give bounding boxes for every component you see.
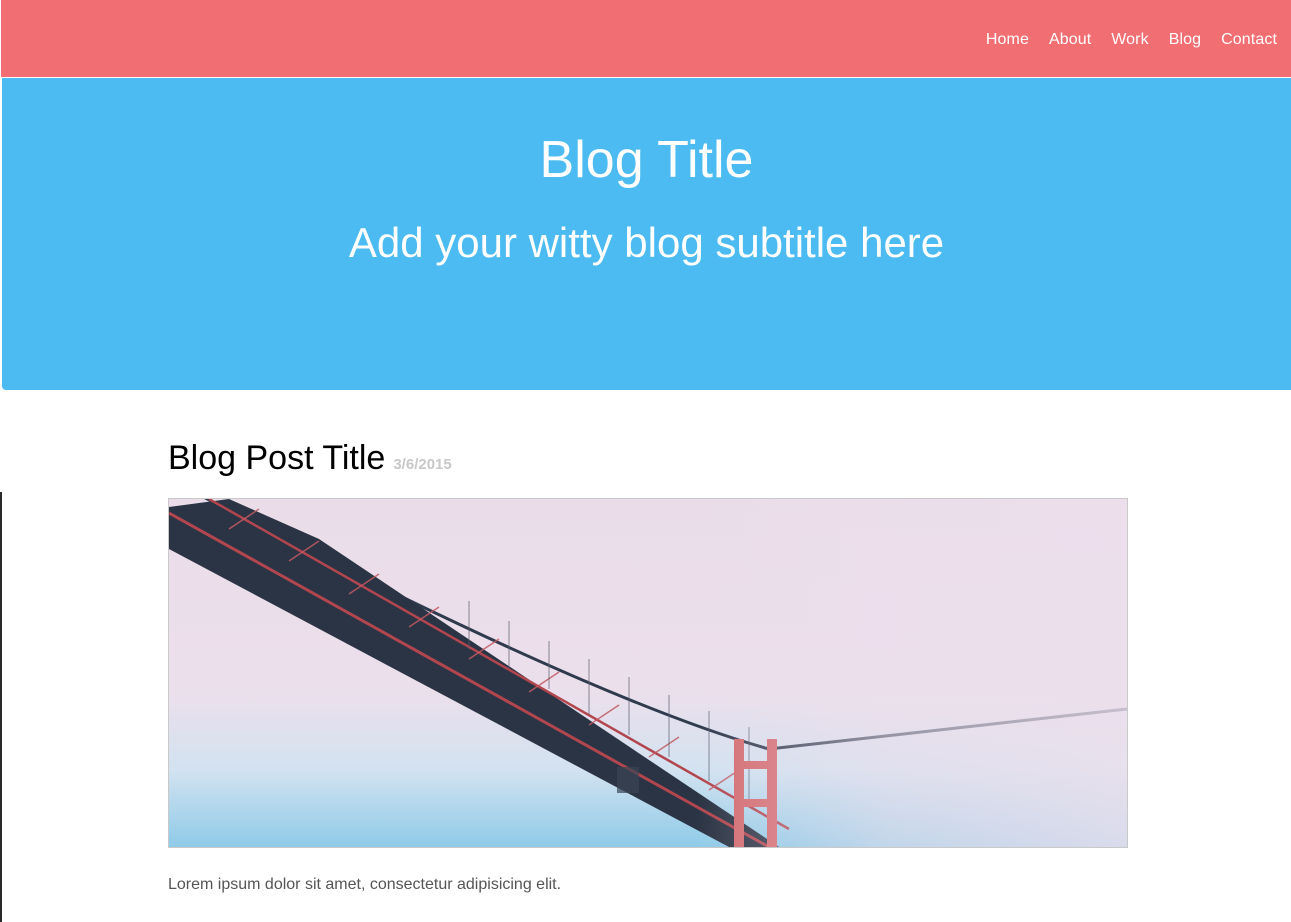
post-title[interactable]: Blog Post Title [168,432,385,484]
bridge-illustration [169,499,1127,847]
nav-links: Home About Work Blog Contact [986,31,1277,49]
post-image[interactable] [168,498,1128,848]
post-header: Blog Post Title 3/6/2015 [168,432,1128,486]
nav-link-work[interactable]: Work [1111,31,1148,48]
blog-post: Blog Post Title 3/6/2015 Lorem ipsum dol… [168,432,1128,893]
hero-banner: Blog Title Add your witty blog subtitle … [2,78,1291,390]
top-navigation-bar: Home About Work Blog Contact [1,0,1291,77]
nav-item-work: Work [1111,31,1148,49]
nav-link-home[interactable]: Home [986,31,1029,48]
nav-link-contact[interactable]: Contact [1221,31,1277,48]
nav-item-about: About [1049,31,1091,49]
nav-link-about[interactable]: About [1049,31,1091,48]
page: Home About Work Blog Contact Blog Title … [0,0,1291,922]
nav-item-blog: Blog [1169,31,1201,49]
nav-item-contact: Contact [1221,31,1277,49]
blog-title: Blog Title [539,131,754,189]
post-excerpt: Lorem ipsum dolor sit amet, consectetur … [168,876,562,893]
blog-subtitle: Add your witty blog subtitle here [348,219,945,266]
post-date: 3/6/2015 [393,456,452,473]
window-edge [0,492,2,922]
nav-item-home: Home [986,31,1029,49]
nav-link-blog[interactable]: Blog [1169,31,1201,48]
